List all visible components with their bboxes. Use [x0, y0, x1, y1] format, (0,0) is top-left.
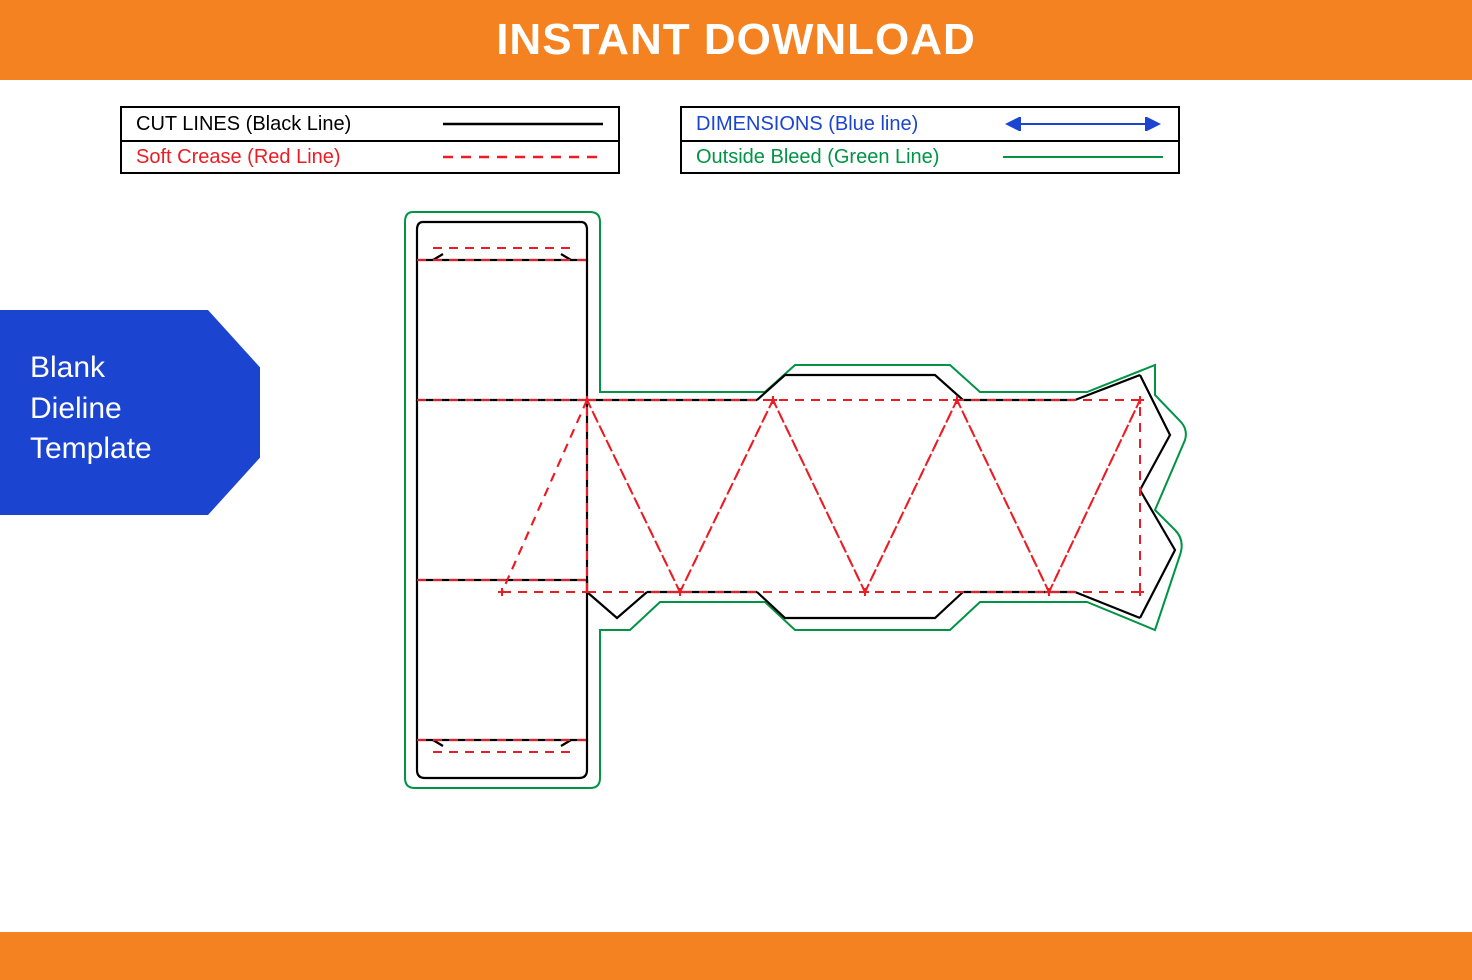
crease-lines	[417, 248, 1140, 752]
legend-row-dimensions: DIMENSIONS (Blue line)	[682, 108, 1178, 140]
legend-sample-arrow-blue	[998, 117, 1168, 131]
legend-left: CUT LINES (Black Line) Soft Crease (Red …	[120, 106, 620, 174]
banner-title: INSTANT DOWNLOAD	[496, 15, 976, 65]
cut-lines	[417, 222, 1175, 778]
legend-sample-solid-black	[438, 121, 608, 127]
vertex-ticks	[498, 396, 1144, 596]
side-badge-line3: Template	[30, 429, 260, 470]
legend: CUT LINES (Black Line) Soft Crease (Red …	[120, 106, 1180, 174]
side-badge-line1: Blank	[30, 348, 260, 389]
side-badge: Blank Dieline Template	[0, 310, 260, 515]
side-badge-line2: Dieline	[30, 389, 260, 430]
legend-sample-dashed-red	[438, 154, 608, 160]
legend-row-crease: Soft Crease (Red Line)	[122, 140, 618, 172]
top-banner: INSTANT DOWNLOAD	[0, 0, 1472, 80]
dieline-diagram	[395, 200, 1245, 840]
legend-sample-solid-green	[998, 154, 1168, 160]
legend-label: Soft Crease (Red Line)	[136, 146, 438, 169]
bottom-banner	[0, 932, 1472, 980]
legend-label: DIMENSIONS (Blue line)	[696, 113, 998, 136]
bleed-outline	[405, 212, 1186, 788]
legend-row-cut: CUT LINES (Black Line)	[122, 108, 618, 140]
legend-row-bleed: Outside Bleed (Green Line)	[682, 140, 1178, 172]
legend-label: Outside Bleed (Green Line)	[696, 146, 998, 169]
legend-label: CUT LINES (Black Line)	[136, 113, 438, 136]
legend-right: DIMENSIONS (Blue line) Outside Bleed (Gr…	[680, 106, 1180, 174]
